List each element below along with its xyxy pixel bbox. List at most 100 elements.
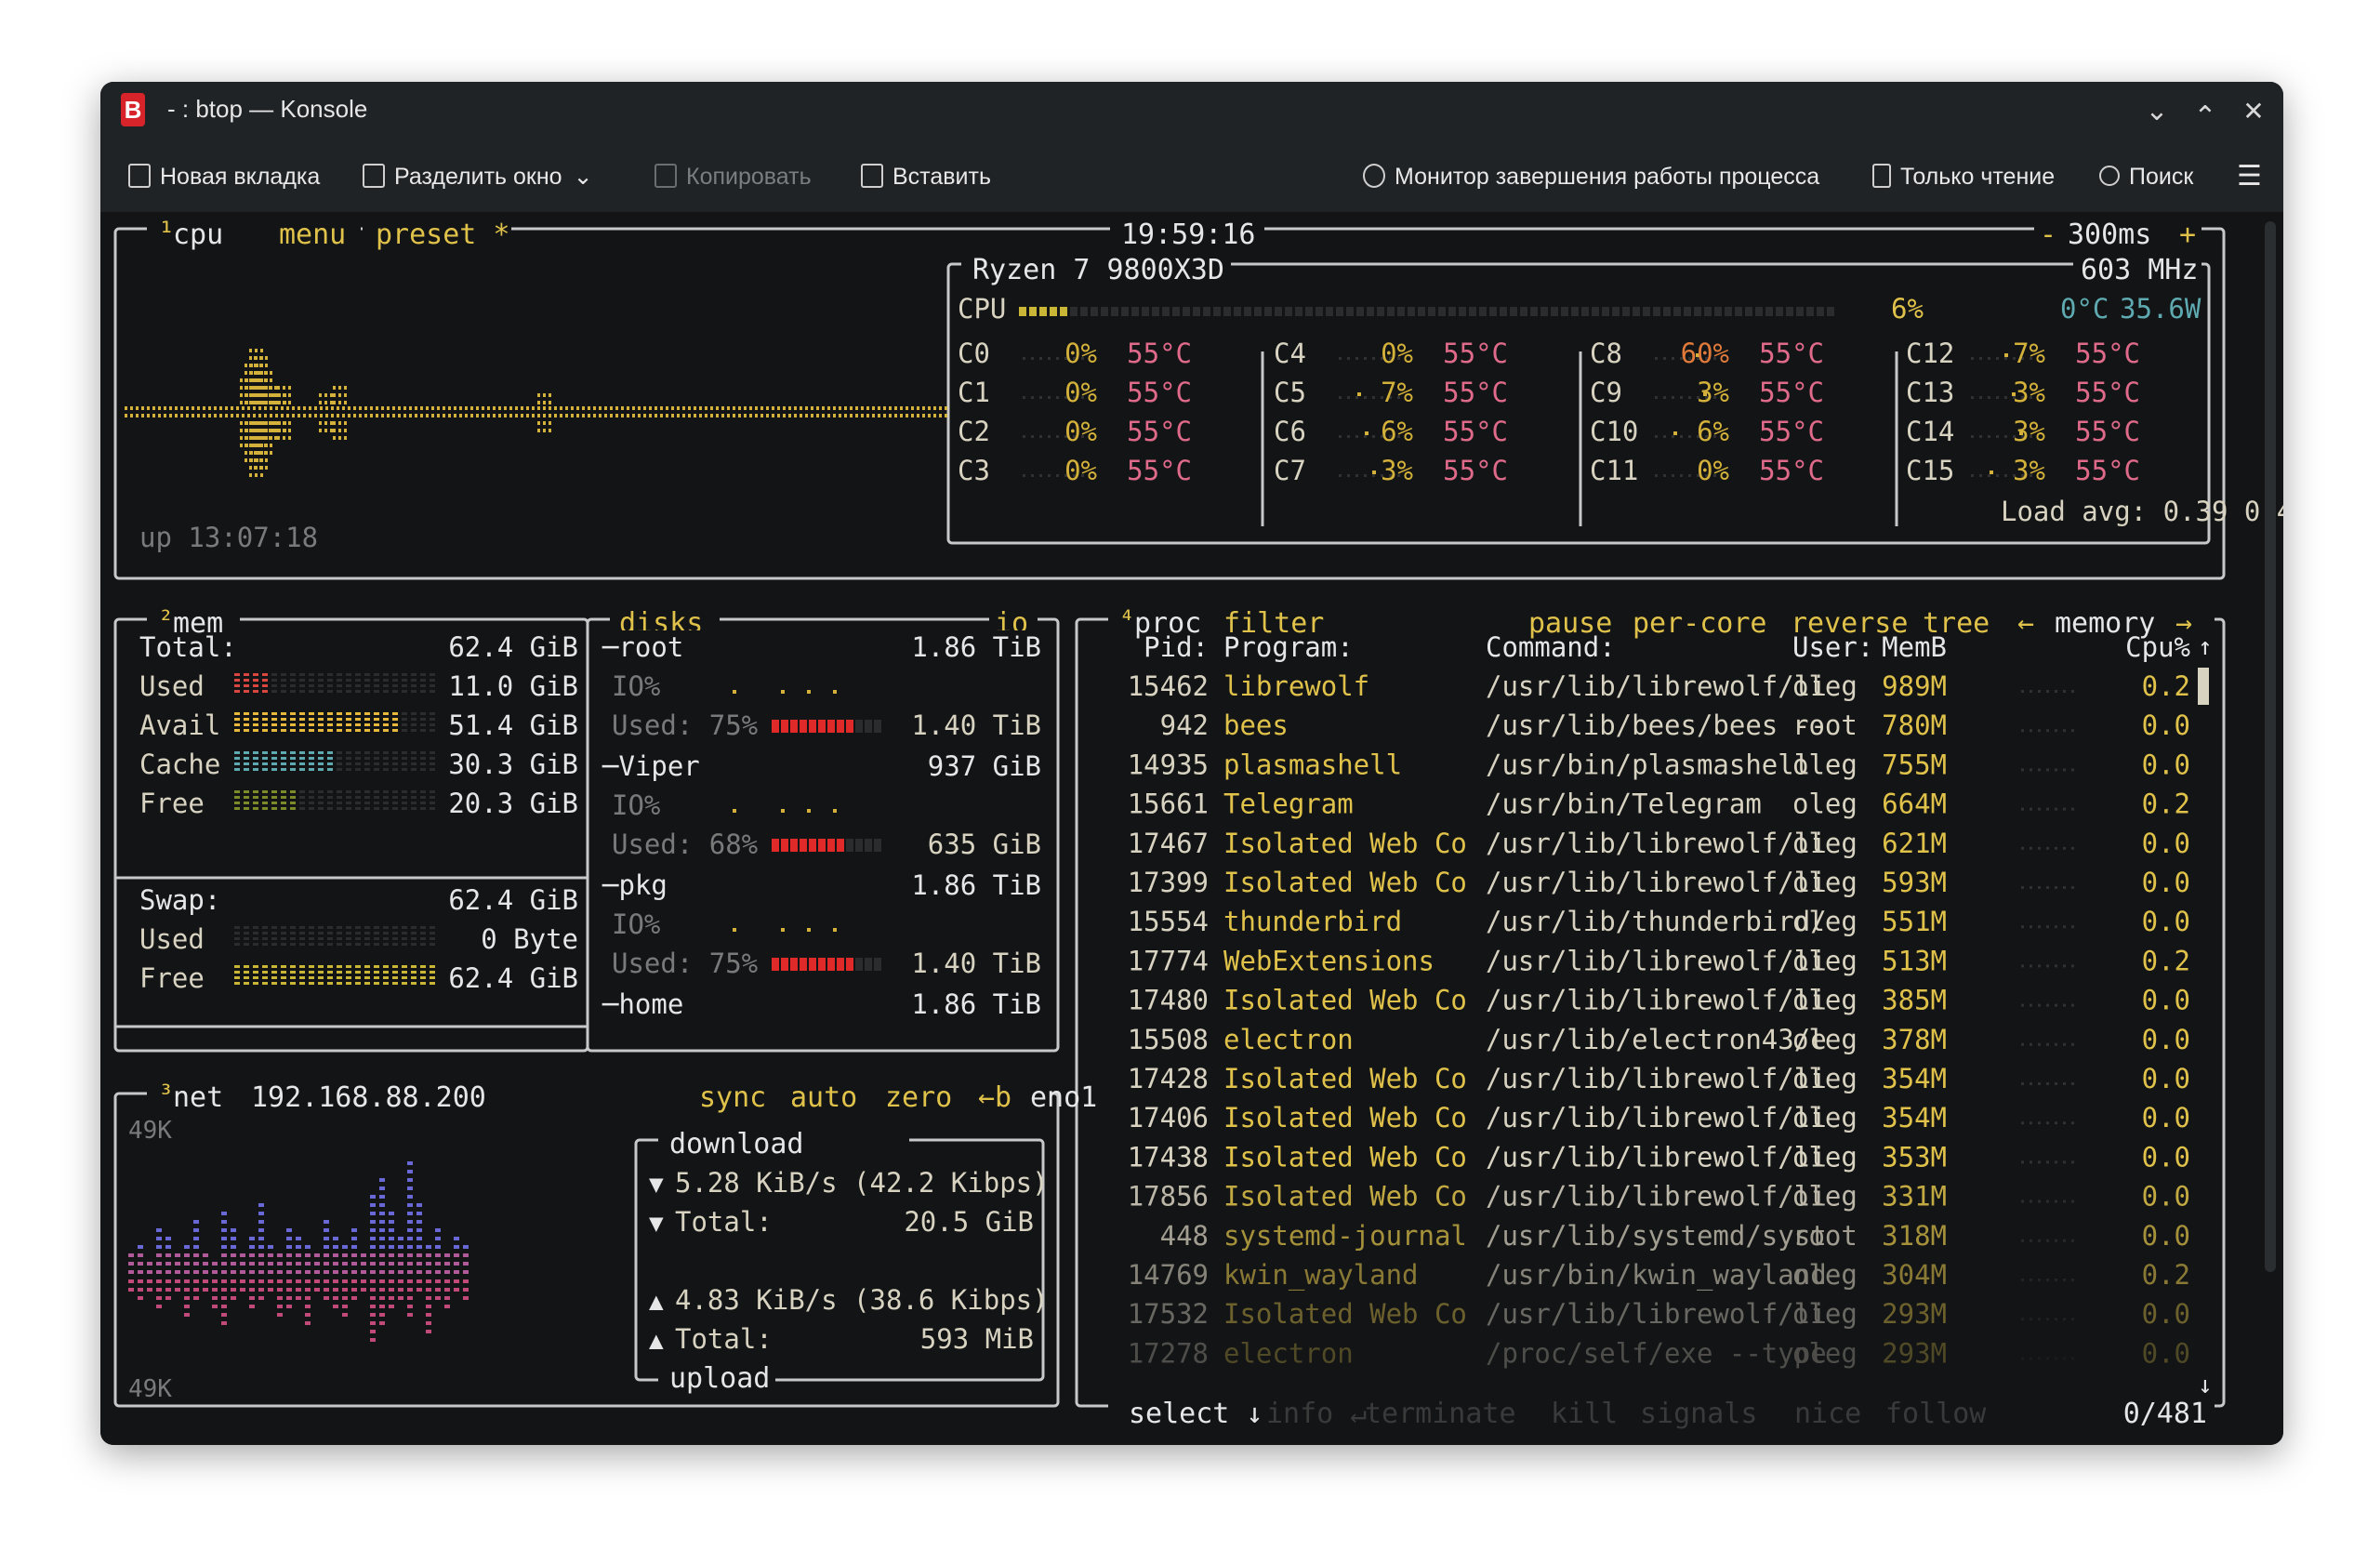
header-user[interactable]: User: [1792, 631, 1873, 663]
mem-meter-cell [309, 762, 314, 765]
monitor-process-button[interactable]: Монитор завершения работы процесса [1363, 160, 1819, 193]
proc-per-core[interactable]: per-core [1633, 607, 1767, 640]
signals-action[interactable]: signals [1640, 1398, 1757, 1430]
net-download-dot [370, 1330, 376, 1333]
nice-action[interactable]: nice [1794, 1398, 1861, 1430]
terminal-area[interactable]: ¹ cpu menu preset * 19:59:16 - 300ms + R… [100, 212, 2283, 1445]
chevron-down-icon[interactable]: ⌄ [2138, 93, 2175, 130]
disk-used-cell [874, 720, 881, 733]
cpu-tab[interactable]: cpu [173, 219, 223, 251]
net-download-dot [305, 1296, 311, 1300]
mem-meter-cell [355, 679, 361, 682]
search-button[interactable]: Поиск [2099, 160, 2193, 193]
cpu-graph-dot [649, 406, 652, 410]
split-view-button[interactable]: Разделить окно ⌄ [363, 160, 593, 193]
header-cpu[interactable]: Cpu% [2125, 631, 2190, 663]
cpu-graph-dot [772, 414, 774, 418]
net-upload-dot [435, 1270, 441, 1274]
net-prev-iface[interactable]: ←b [978, 1081, 1012, 1114]
proc-row[interactable]: 17467 Isolated Web Co/usr/lib/librewolf/l… [1128, 828, 2190, 859]
follow-action[interactable]: follow [1885, 1398, 1987, 1430]
interval-minus[interactable]: - [2040, 219, 2056, 251]
mem-meter-cell [234, 712, 240, 715]
proc-graph-dot [2055, 1042, 2057, 1046]
proc-row[interactable]: 15462 librewolf/usr/lib/librewolf/lioleg 9… [1128, 670, 2190, 702]
header-program[interactable]: Program: [1223, 631, 1354, 663]
disk-used-cell [855, 720, 863, 733]
net-upload-dot [379, 1237, 385, 1240]
cpu-graph-dot [426, 414, 429, 418]
menu-tab[interactable]: menu [279, 219, 346, 251]
new-tab-button[interactable]: Новая вкладка [128, 160, 320, 193]
cpu-graph-dot [269, 429, 271, 432]
proc-row[interactable]: 17438 Isolated Web Co/usr/lib/librewolf/l… [1128, 1141, 2190, 1173]
net-download-dot [463, 1279, 469, 1283]
net-auto[interactable]: auto [790, 1081, 857, 1114]
net-sync[interactable]: sync [699, 1081, 766, 1114]
proc-row[interactable]: 17774 WebExtensions/usr/lib/librewolf/lio… [1128, 945, 2190, 976]
proc-scroll-thumb[interactable] [2198, 668, 2209, 705]
read-only-button[interactable]: Только чтение [1872, 160, 2055, 193]
interval-plus[interactable]: + [2179, 219, 2196, 251]
net-upload-dot [370, 1245, 376, 1249]
proc-row[interactable]: 17406 Isolated Web Co/usr/lib/librewolf/l… [1128, 1102, 2190, 1133]
scroll-up-icon[interactable]: ↑ [2198, 633, 2213, 661]
net-upload-dot [407, 1178, 413, 1182]
core-graph-dot [1347, 396, 1350, 399]
copy-button[interactable]: Копировать [654, 160, 812, 193]
net-zero[interactable]: zero [885, 1081, 952, 1114]
proc-row[interactable]: 17428 Isolated Web Co/usr/lib/librewolf/l… [1128, 1063, 2190, 1094]
chevron-up-icon[interactable]: ⌃ [2187, 99, 2224, 136]
select-action[interactable]: select ↓ [1129, 1398, 1263, 1430]
proc-row[interactable]: 15661 Telegram/usr/bin/Telegram oleg 664M 0.… [1128, 789, 2190, 820]
mem-meter-cell [234, 751, 240, 754]
net-upload-dot [268, 1245, 273, 1249]
header-pid[interactable]: Pid: [1144, 631, 1209, 663]
proc-row[interactable]: 14769 kwin_wayland/usr/bin/kwin_waylandol… [1128, 1259, 2190, 1292]
proc-row[interactable]: 17532 Isolated Web Co/usr/lib/librewolf/l… [1128, 1298, 2190, 1330]
net-download-dot [258, 1288, 264, 1292]
proc-row[interactable]: 17278 electron/proc/self/exe --typeoleg 29… [1128, 1337, 2190, 1369]
disk-used-cell [800, 720, 807, 733]
proc-row[interactable]: 14935 plasmashell/usr/bin/plasmashelloleg… [1128, 749, 2190, 780]
mem-meter-cell [374, 768, 379, 771]
terminate-action[interactable]: terminate [1365, 1398, 1516, 1430]
mem-meter-cell [290, 932, 296, 934]
net-upload-dot [370, 1220, 376, 1224]
net-download-dot [407, 1313, 413, 1317]
mem-meter-cell [411, 762, 416, 765]
proc-row[interactable]: 15508 electron/usr/lib/electron43/eoleg 37… [1128, 1024, 2190, 1055]
preset-tab[interactable]: preset * [376, 219, 510, 251]
proc-row[interactable]: 17399 Isolated Web Co/usr/lib/librewolf/l… [1128, 867, 2190, 898]
cpu-graph-dot [454, 414, 456, 418]
cpu-graph-dot [197, 414, 200, 418]
cpu-bar-cell [1510, 307, 1517, 316]
proc-row[interactable]: 15554 thunderbird/usr/lib/thunderbird/ole… [1128, 906, 2190, 937]
sort-prev-icon[interactable]: ← [2017, 607, 2034, 640]
proc-row[interactable]: 448 systemd-journal/usr/lib/systemd/systr… [1160, 1220, 2190, 1252]
cpu-graph-dot [258, 386, 261, 390]
core-temp: 55°C [1127, 377, 1192, 408]
mem-meter-cell [271, 976, 277, 979]
net-upload-dot [258, 1270, 264, 1274]
close-icon[interactable]: ✕ [2235, 93, 2272, 130]
terminal-scrollbar[interactable] [2265, 221, 2276, 1272]
mem-meter-cell [402, 796, 407, 799]
cpu-graph-dot [125, 414, 127, 418]
header-command[interactable]: Command: [1486, 631, 1616, 663]
hamburger-menu-icon[interactable]: ☰ [2237, 160, 2262, 193]
paste-button[interactable]: Вставить [861, 160, 991, 193]
mem-meter-cell [411, 926, 416, 929]
cpu-graph-dot [403, 406, 406, 410]
proc-row[interactable]: 942 bees/usr/lib/bees/bees --root 780M 0.0 [1160, 709, 2190, 741]
cpu-graph-dot [249, 364, 252, 367]
net-download-dot [277, 1313, 283, 1317]
header-mem[interactable]: MemB [1882, 631, 1947, 663]
net-tab[interactable]: net [173, 1081, 223, 1114]
proc-pid: 17438 [1128, 1141, 1209, 1173]
proc-row[interactable]: 17856 Isolated Web Co/usr/lib/librewolf/l… [1128, 1181, 2190, 1213]
kill-action[interactable]: kill [1551, 1398, 1618, 1430]
info-action[interactable]: info ↵ [1266, 1398, 1367, 1430]
proc-row[interactable]: 17480 Isolated Web Co/usr/lib/librewolf/l… [1128, 985, 2190, 1016]
net-download-dot [426, 1330, 431, 1333]
